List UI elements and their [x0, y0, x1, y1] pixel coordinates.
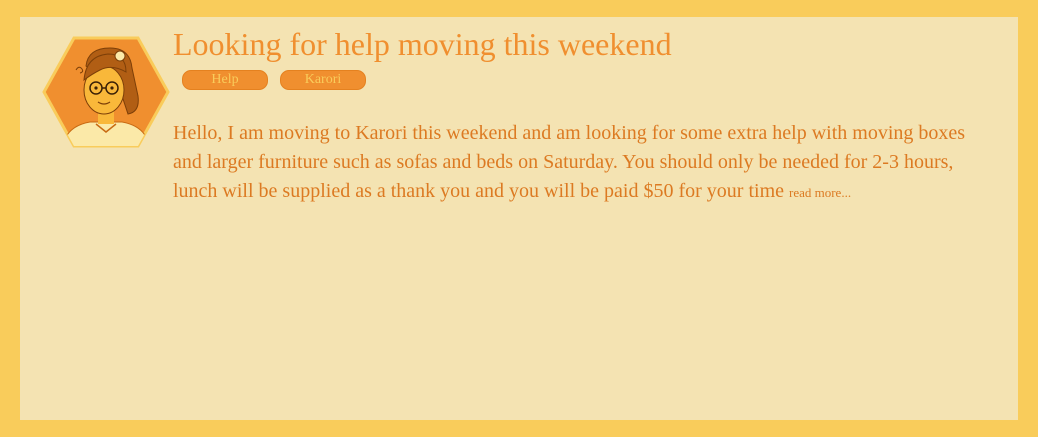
user-avatar-icon[interactable]: [42, 36, 170, 148]
tag-list: Help Karori: [182, 70, 366, 90]
tag-help[interactable]: Help: [182, 70, 268, 90]
post-title: Looking for help moving this weekend: [173, 26, 672, 62]
read-more-link[interactable]: read more...: [789, 185, 851, 200]
post-card: Looking for help moving this weekend Hel…: [20, 17, 1018, 420]
tag-karori[interactable]: Karori: [280, 70, 366, 90]
post-body: Hello, I am moving to Karori this weeken…: [173, 119, 973, 207]
